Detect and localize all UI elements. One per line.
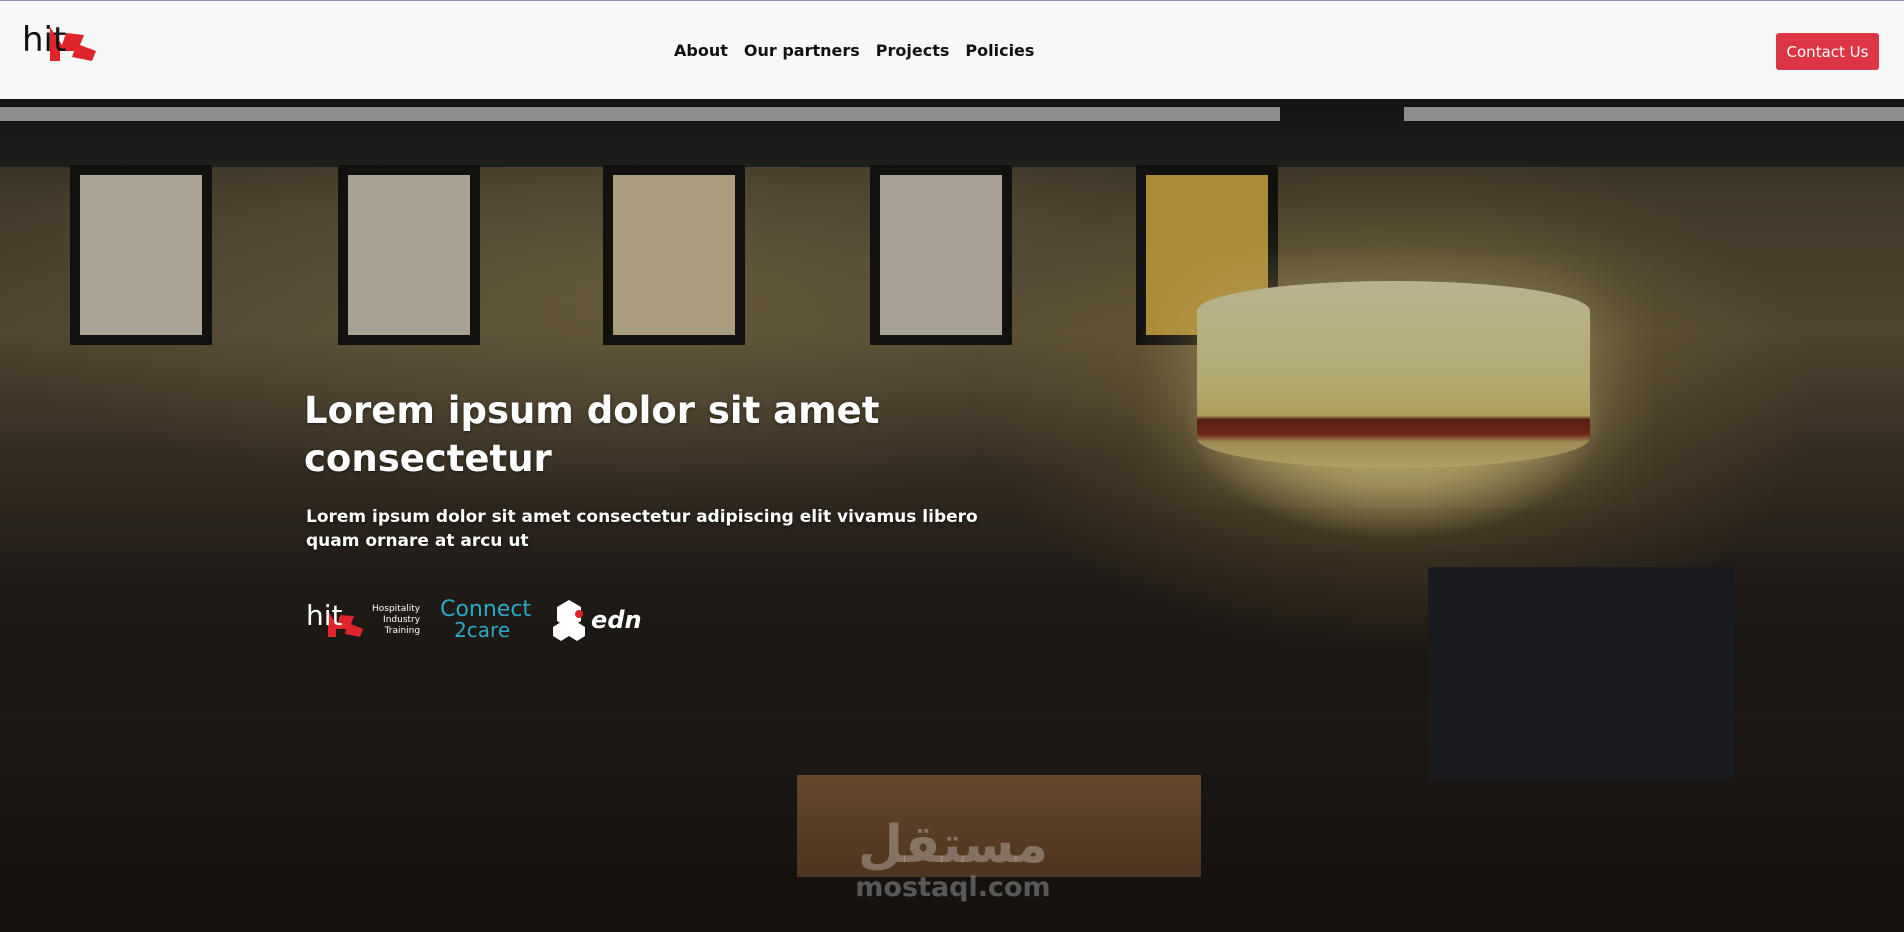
- partner-edn-name: edn: [591, 606, 642, 634]
- partner-hit-logo[interactable]: hit Hospitality Industry Training: [306, 597, 420, 643]
- logo-text: hit: [22, 21, 66, 60]
- hero-section: Lorem ipsum dolor sit amet consectetur L…: [0, 99, 1904, 932]
- hexagon-icon: [553, 600, 586, 641]
- hit-logo[interactable]: hit: [22, 20, 102, 79]
- partner-hit-name: hit: [306, 599, 343, 632]
- partner-edn-logo[interactable]: edn: [551, 598, 642, 642]
- hero-subtitle: Lorem ipsum dolor sit amet consectetur a…: [306, 507, 978, 551]
- mostaql-watermark: مستقل mostaql.com: [855, 815, 1051, 903]
- nav-policies[interactable]: Policies: [965, 41, 1034, 60]
- partner-hit-tagline: Hospitality Industry Training: [372, 603, 421, 636]
- nav-about[interactable]: About: [674, 41, 728, 60]
- contact-us-button[interactable]: Contact Us: [1776, 33, 1879, 70]
- main-nav: About Our partners Projects Policies: [674, 41, 1050, 60]
- nav-our-partners[interactable]: Our partners: [744, 41, 860, 60]
- hero-title: Lorem ipsum dolor sit amet consectetur: [304, 389, 880, 480]
- partner-connect2care-logo[interactable]: Connect 2care: [440, 599, 531, 641]
- nav-projects[interactable]: Projects: [876, 41, 950, 60]
- navbar: hit About Our partners Projects Policies…: [0, 0, 1904, 99]
- partner-logos: hit Hospitality Industry Training Connec…: [306, 596, 642, 644]
